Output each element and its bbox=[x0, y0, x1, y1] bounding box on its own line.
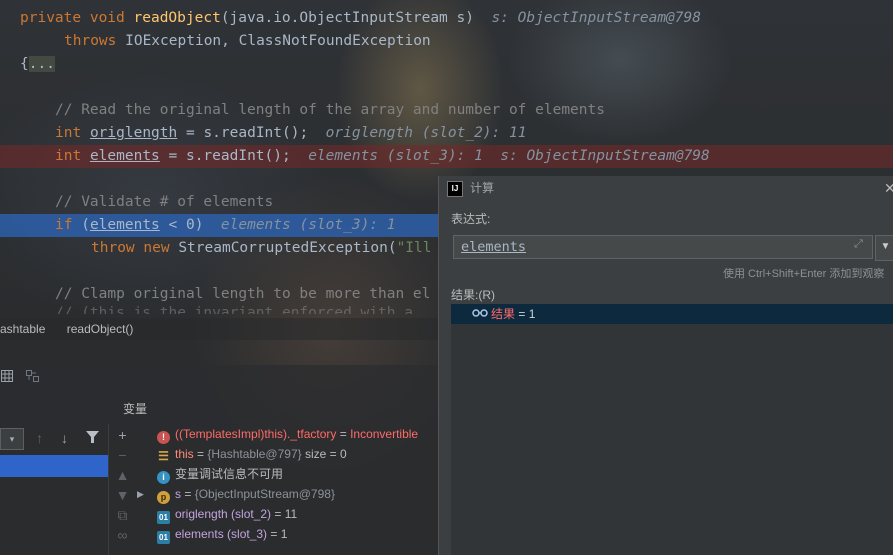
variable-row[interactable]: ps = {ObjectInputStream@798} bbox=[157, 484, 459, 504]
code-line-9: throw new StreamCorruptedException("Ill bbox=[91, 240, 432, 256]
result-tree[interactable]: 结果 = 1 bbox=[451, 304, 893, 555]
error-icon: ! bbox=[157, 431, 170, 444]
down-icon[interactable]: ▼ bbox=[110, 485, 135, 505]
result-row[interactable]: 结果 = 1 bbox=[451, 304, 893, 324]
code-line-1: private void readObject(java.io.ObjectIn… bbox=[20, 10, 701, 26]
expand-icon[interactable]: ⤢ bbox=[854, 238, 863, 251]
filter-icon[interactable] bbox=[86, 430, 99, 446]
code-line-4: // Read the original length of the array… bbox=[55, 102, 605, 118]
variable-row[interactable]: 01 elements (slot_3) = 1 bbox=[157, 524, 459, 544]
intellij-logo-icon: IJ bbox=[447, 181, 463, 197]
inline-hint: elements (slot_3): 1 bbox=[220, 217, 396, 233]
breadcrumb-class[interactable]: ashtable bbox=[0, 322, 45, 336]
inline-hint: elements (slot_3): 1 s: ObjectInputStrea… bbox=[308, 148, 710, 164]
expand-arrow-icon[interactable]: ▶ bbox=[137, 489, 144, 500]
expression-label: 表达式: bbox=[451, 212, 491, 226]
info-icon: i bbox=[157, 471, 170, 484]
frame-row-selected[interactable] bbox=[0, 455, 108, 477]
code-line-11: // (this is the invariant enforced with … bbox=[55, 305, 413, 314]
minus-icon[interactable]: − bbox=[110, 445, 135, 465]
code-line-5: int origlength = s.readInt(); origlength… bbox=[55, 125, 527, 141]
code-line-2: throws IOException, ClassNotFoundExcepti… bbox=[64, 33, 431, 49]
primitive-icon: 01 bbox=[157, 511, 170, 524]
inline-hint: origlength (slot_2): 11 bbox=[325, 125, 527, 141]
history-dropdown-button[interactable]: ▼ bbox=[875, 235, 893, 261]
code-line-3: {... bbox=[20, 56, 55, 72]
glasses-icon bbox=[472, 304, 488, 324]
frame-thread-select[interactable]: ▾ bbox=[0, 428, 24, 450]
breadcrumb: ashtable readObject() bbox=[0, 318, 440, 340]
glasses-icon[interactable]: ∞ bbox=[110, 525, 135, 545]
code-line-8-current: if (elements < 0) elements (slot_3): 1 bbox=[0, 214, 438, 237]
param-icon: p bbox=[157, 491, 170, 504]
fold-marker[interactable]: ... bbox=[28, 56, 55, 72]
variable-row[interactable]: ☰ this = {Hashtable@797} size = 0 bbox=[157, 444, 459, 464]
expression-input[interactable]: elements ⤢ bbox=[453, 235, 873, 259]
variable-row[interactable]: ! ((TemplatesImpl)this)._tfactory = Incon… bbox=[157, 424, 459, 444]
list-icon: ☰ bbox=[158, 449, 169, 463]
breadcrumb-method[interactable]: readObject() bbox=[67, 322, 134, 336]
dialog-title-bar[interactable]: IJ 计算 ✕ bbox=[439, 176, 893, 201]
code-line-6-breakpoint: int elements = s.readInt(); elements (sl… bbox=[0, 145, 893, 168]
up-icon[interactable]: ▲ bbox=[110, 465, 135, 485]
expression-text: elements bbox=[461, 239, 527, 255]
variable-row[interactable]: 01 origlength (slot_2) = 11 bbox=[157, 504, 459, 524]
variables-toolbar: + − ▲ ▼ ⧉ ∞ bbox=[110, 425, 135, 555]
inline-hint: s: ObjectInputStream@798 bbox=[491, 10, 701, 26]
close-icon[interactable]: ✕ bbox=[884, 176, 893, 201]
variable-row[interactable]: i 变量调试信息不可用 bbox=[157, 464, 459, 484]
layout-icon[interactable] bbox=[26, 370, 39, 392]
table-icon[interactable] bbox=[1, 370, 13, 392]
result-label: 结果:(R) bbox=[451, 288, 495, 302]
copy-icon[interactable]: ⧉ bbox=[110, 505, 135, 525]
add-to-watches-hint: 使用 Ctrl+Shift+Enter 添加到观察 bbox=[723, 268, 885, 280]
up-arrow-icon[interactable]: ↑ bbox=[36, 430, 43, 446]
down-arrow-icon[interactable]: ↓ bbox=[61, 430, 68, 446]
evaluate-dialog: IJ 计算 ✕ 表达式: elements ⤢ ▼ 使用 Ctrl+Shift+… bbox=[438, 176, 893, 555]
dialog-title: 计算 bbox=[470, 181, 495, 195]
result-entry: 结果 = 1 bbox=[491, 307, 536, 321]
plus-icon[interactable]: + bbox=[110, 425, 135, 445]
variables-header: 变量 bbox=[123, 402, 148, 416]
primitive-icon: 01 bbox=[157, 531, 170, 544]
